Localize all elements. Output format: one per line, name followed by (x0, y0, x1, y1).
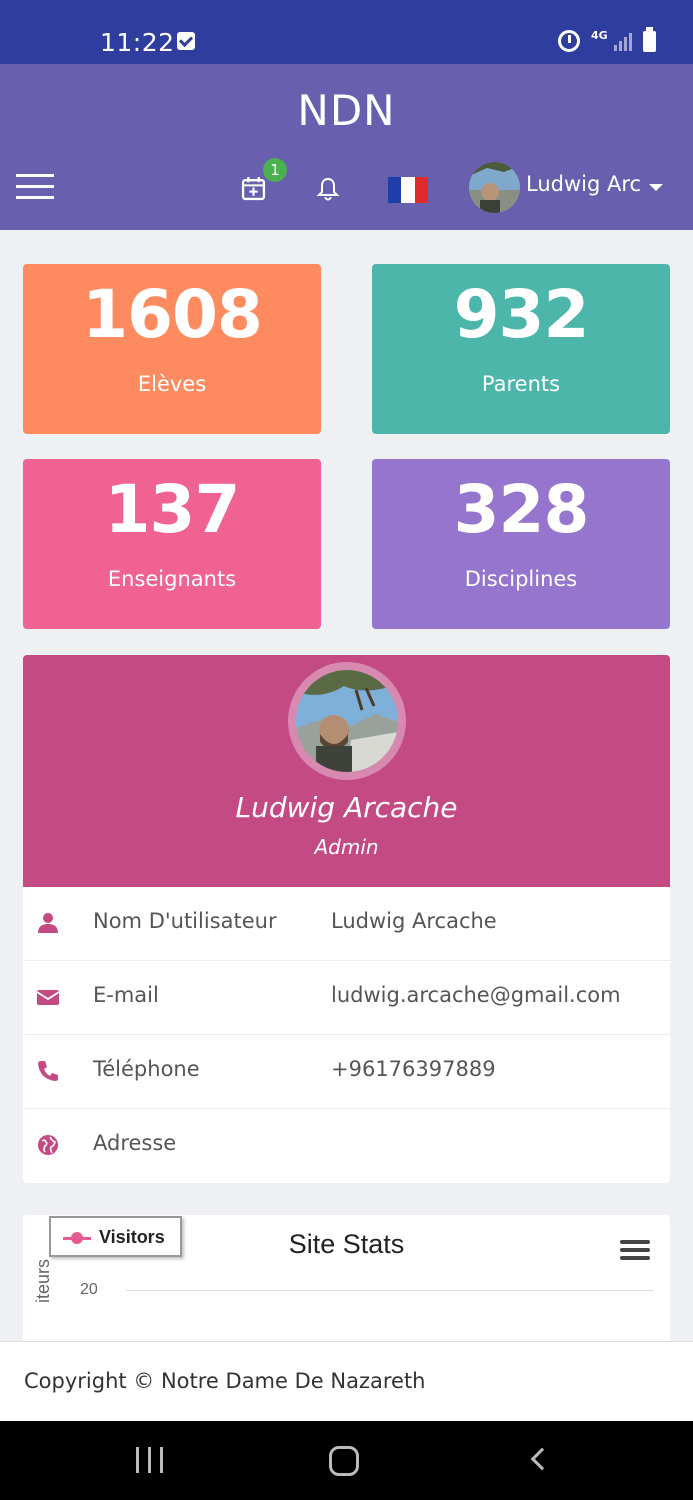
status-bar: 11:22 4G (0, 0, 693, 64)
info-row-phone: Téléphone +96176397889 (23, 1035, 670, 1109)
stat-label: Parents (481, 372, 561, 396)
profile-info-list: Nom D'utilisateur Ludwig Arcache E-mail … (23, 887, 670, 1183)
info-row-username: Nom D'utilisateur Ludwig Arcache (23, 887, 670, 961)
info-row-email: E-mail ludwig.arcache@gmail.com (23, 961, 670, 1035)
stat-value: 1608 (82, 276, 263, 353)
alarm-icon (558, 30, 580, 52)
profile-header: Ludwig Arcache Admin (23, 655, 670, 887)
stat-value: 932 (453, 276, 590, 353)
stat-label: Elèves (137, 372, 207, 396)
french-flag-icon[interactable] (388, 177, 428, 203)
profile-role: Admin (314, 835, 379, 859)
avatar[interactable] (469, 162, 520, 213)
signal-icon (614, 33, 636, 51)
copyright-text: Copyright © Notre Dame De Nazareth (24, 1369, 426, 1393)
envelope-icon (36, 990, 60, 1005)
y-axis-label: iteurs (33, 1258, 53, 1303)
phone-icon (38, 1061, 58, 1081)
info-row-address: Adresse (23, 1109, 670, 1183)
info-value: Ludwig Arcache (331, 909, 497, 933)
checkbox-icon (177, 32, 195, 50)
stat-label: Enseignants (107, 567, 237, 591)
top-app-bar: NDN 1 Ludwig Arc (0, 64, 693, 230)
network-type-label: 4G (591, 29, 608, 42)
stat-tile-parents[interactable]: 932 Parents (372, 264, 670, 434)
chart-title: Site Stats (288, 1229, 405, 1259)
profile-photo (288, 662, 406, 780)
site-stats-chart: Visitors Site Stats 20 iteurs (23, 1215, 670, 1345)
user-menu-name[interactable]: Ludwig Arc (526, 172, 641, 196)
calendar-add-icon[interactable] (241, 176, 266, 201)
info-value: +96176397889 (331, 1057, 496, 1081)
info-label: E-mail (93, 983, 159, 1007)
info-label: Nom D'utilisateur (93, 909, 277, 933)
notification-badge: 1 (263, 158, 287, 182)
info-label: Adresse (93, 1131, 177, 1155)
page-footer: Copyright © Notre Dame De Nazareth (0, 1341, 693, 1421)
stat-value: 328 (453, 471, 590, 548)
bell-icon[interactable] (316, 177, 340, 201)
battery-icon (643, 27, 656, 52)
stat-tile-disciplines[interactable]: 328 Disciplines (372, 459, 670, 629)
stat-tile-teachers[interactable]: 137 Enseignants (23, 459, 321, 629)
info-label: Téléphone (93, 1057, 200, 1081)
stat-value: 137 (104, 471, 241, 548)
y-tick-label: 20 (80, 1281, 98, 1298)
user-icon (38, 913, 58, 933)
menu-icon[interactable] (16, 174, 54, 200)
chart-gridline (126, 1290, 654, 1291)
home-button[interactable] (329, 1446, 359, 1476)
globe-icon (38, 1135, 58, 1155)
app-title: NDN (297, 86, 396, 135)
info-value: ludwig.arcache@gmail.com (331, 983, 621, 1007)
system-nav-bar (0, 1421, 693, 1500)
back-button[interactable] (530, 1447, 554, 1471)
recent-apps-button[interactable] (136, 1447, 164, 1473)
caret-down-icon[interactable] (649, 184, 663, 191)
stat-tile-students[interactable]: 1608 Elèves (23, 264, 321, 434)
chart-menu-icon[interactable] (620, 1240, 650, 1262)
profile-name: Ludwig Arcache (235, 791, 458, 824)
status-time: 11:22 (100, 28, 175, 57)
stat-label: Disciplines (464, 567, 578, 591)
